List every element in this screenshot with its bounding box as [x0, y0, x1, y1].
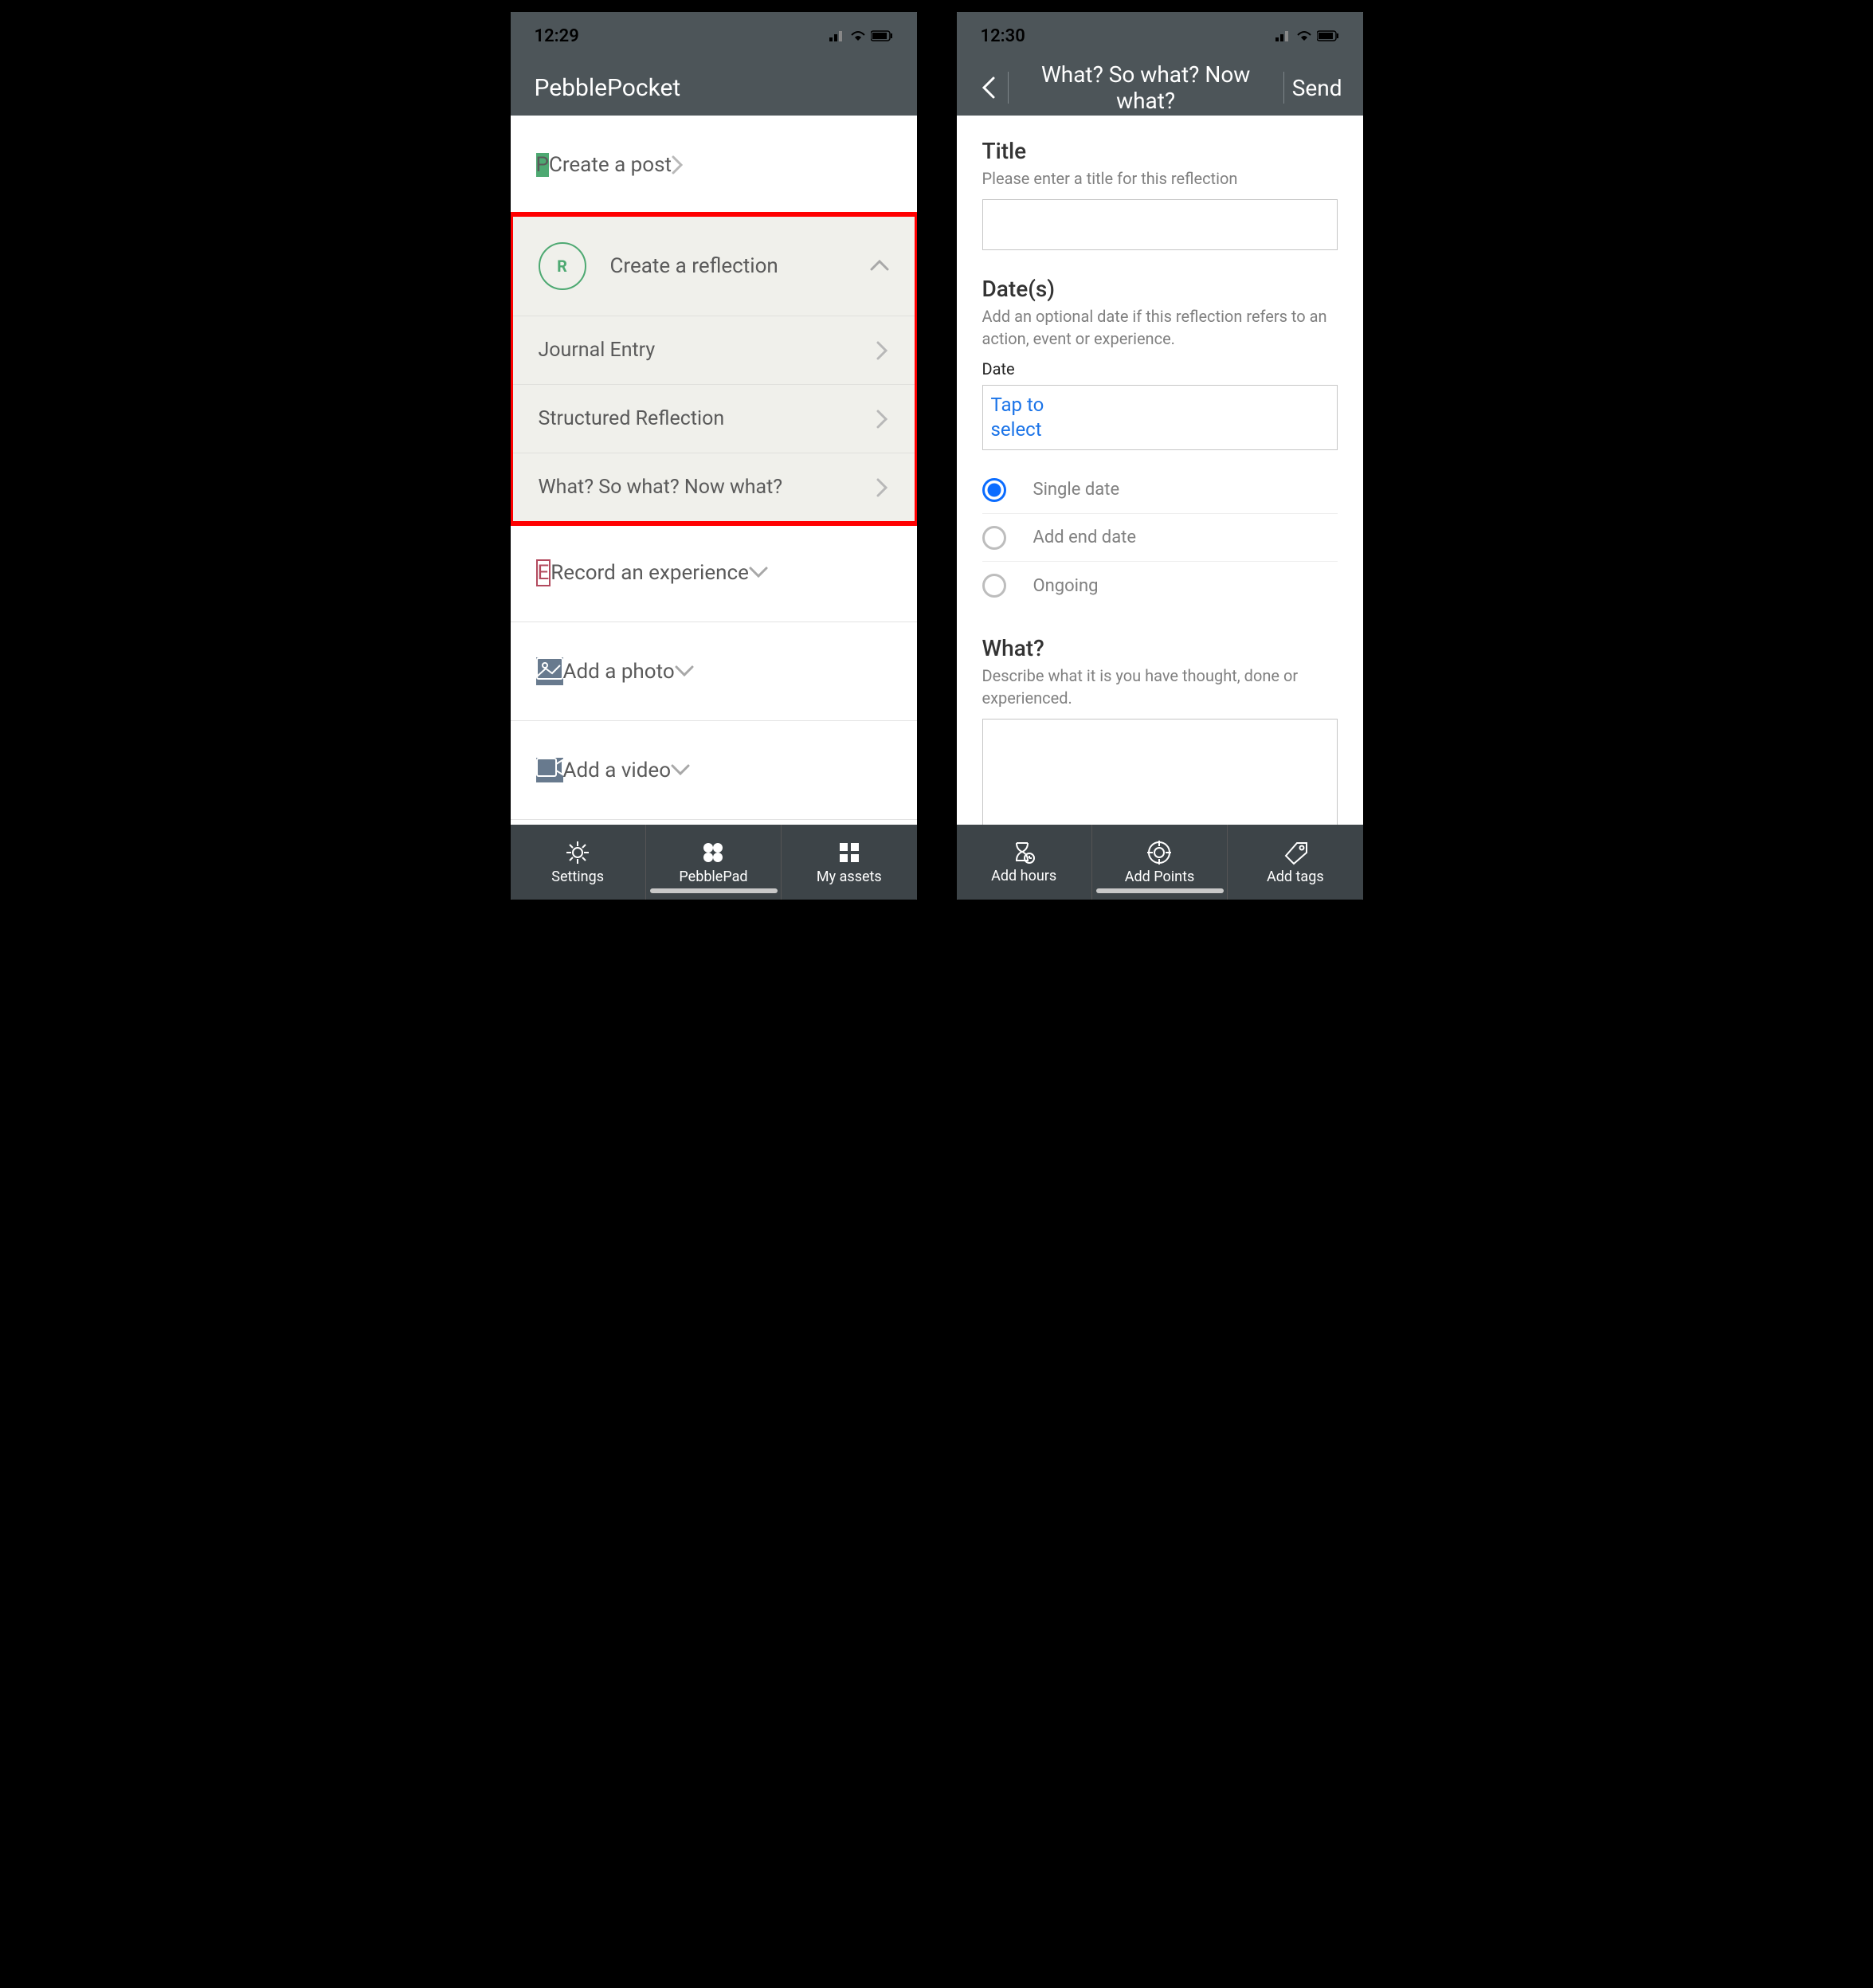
chevron-down-icon: [671, 764, 690, 777]
target-icon: [1146, 840, 1172, 865]
create-reflection-label: Create a reflection: [610, 254, 870, 278]
hourglass-icon: [1012, 841, 1036, 865]
tap-to-select-text: Tap to select: [991, 393, 1063, 442]
create-reflection-row[interactable]: R Create a reflection: [513, 217, 915, 316]
radio-ongoing-label: Ongoing: [1033, 576, 1099, 596]
gear-icon: [565, 840, 590, 865]
phone-right: 12:30 What? So what? Now what? Send Titl…: [953, 8, 1367, 904]
separator: [1283, 72, 1284, 104]
journal-entry-label: Journal Entry: [539, 339, 876, 362]
chevron-down-icon: [749, 567, 768, 579]
radio-end-label: Add end date: [1033, 527, 1137, 547]
content-area: P Create a post R Create a reflection Jo…: [511, 116, 917, 825]
add-video-row[interactable]: Add a video: [511, 721, 917, 820]
dates-heading: Date(s): [982, 276, 1338, 302]
radio-ongoing[interactable]: Ongoing: [982, 562, 1338, 610]
add-photo-label: Add a photo: [563, 660, 675, 684]
radio-icon: [982, 526, 1006, 550]
signal-icon: [1275, 30, 1291, 41]
status-time: 12:29: [535, 26, 579, 46]
status-bar: 12:29: [511, 12, 917, 60]
radio-icon: [982, 478, 1006, 502]
structured-reflection-row[interactable]: Structured Reflection: [513, 384, 915, 453]
chevron-right-icon: [876, 478, 889, 497]
add-photo-row[interactable]: Add a photo: [511, 622, 917, 721]
form-header-title: What? So what? Now what?: [1012, 61, 1280, 114]
journal-entry-row[interactable]: Journal Entry: [513, 316, 915, 384]
date-label: Date: [982, 359, 1338, 378]
clover-icon: [700, 840, 726, 865]
wifi-icon: [850, 30, 866, 41]
radio-icon: [982, 574, 1006, 598]
add-video-label: Add a video: [563, 759, 672, 782]
chevron-up-icon: [870, 260, 889, 273]
tab-settings-label: Settings: [551, 869, 604, 885]
battery-icon: [1317, 30, 1339, 41]
grid-icon: [837, 840, 862, 865]
tab-hours-label: Add hours: [991, 868, 1056, 884]
whatsowhat-row[interactable]: What? So what? Now what?: [513, 453, 915, 521]
title-field: Title Please enter a title for this refl…: [982, 138, 1338, 250]
whatsowhat-label: What? So what? Now what?: [539, 476, 876, 499]
status-bar: 12:30: [957, 12, 1363, 60]
title-heading: Title: [982, 138, 1338, 164]
tab-pebblepad-label: PebblePad: [679, 869, 747, 885]
chevron-left-icon: [982, 76, 996, 99]
tab-points-label: Add Points: [1125, 869, 1195, 885]
post-icon: P: [536, 153, 549, 177]
tab-assets[interactable]: My assets: [782, 825, 916, 900]
video-icon: [536, 758, 563, 782]
form-content: Title Please enter a title for this refl…: [957, 116, 1363, 825]
reflection-highlight-box: R Create a reflection Journal Entry Stru…: [511, 212, 917, 526]
tab-add-hours[interactable]: Add hours: [957, 825, 1092, 900]
wifi-icon: [1296, 30, 1312, 41]
what-hint: Describe what it is you have thought, do…: [982, 665, 1338, 709]
create-post-row[interactable]: P Create a post: [511, 116, 917, 214]
tab-settings[interactable]: Settings: [511, 825, 646, 900]
back-button[interactable]: [973, 76, 1005, 99]
radio-add-end-date[interactable]: Add end date: [982, 514, 1338, 562]
separator: [1008, 72, 1009, 104]
record-experience-row[interactable]: E Record an experience: [511, 523, 917, 622]
title-hint: Please enter a title for this reflection: [982, 167, 1338, 190]
chevron-right-icon: [876, 410, 889, 429]
what-heading: What?: [982, 635, 1338, 661]
battery-icon: [871, 30, 893, 41]
structured-reflection-label: Structured Reflection: [539, 407, 876, 430]
status-time: 12:30: [981, 26, 1025, 46]
tab-tags-label: Add tags: [1267, 869, 1324, 885]
record-experience-label: Record an experience: [551, 561, 749, 585]
app-header: PebblePocket: [511, 60, 917, 116]
dates-hint: Add an optional date if this reflection …: [982, 305, 1338, 350]
home-indicator: [650, 888, 778, 893]
app-title: PebblePocket: [535, 74, 681, 102]
phone-left: 12:29 PebblePocket P Create a post R Cre…: [507, 8, 921, 904]
date-picker[interactable]: Tap to select: [982, 385, 1338, 450]
tab-add-tags[interactable]: Add tags: [1228, 825, 1362, 900]
experience-icon: E: [536, 559, 551, 586]
tag-icon: [1283, 840, 1308, 865]
tab-assets-label: My assets: [817, 869, 882, 885]
photo-icon: [536, 657, 563, 685]
radio-single-date[interactable]: Single date: [982, 466, 1338, 514]
chevron-right-icon: [876, 341, 889, 360]
title-input[interactable]: [982, 199, 1338, 250]
signal-icon: [829, 30, 845, 41]
dates-field: Date(s) Add an optional date if this ref…: [982, 276, 1338, 610]
what-textarea[interactable]: [982, 719, 1338, 825]
create-post-label: Create a post: [549, 153, 672, 177]
send-button[interactable]: Send: [1287, 75, 1347, 101]
reflection-icon: R: [539, 242, 586, 290]
home-indicator: [1096, 888, 1224, 893]
radio-single-label: Single date: [1033, 480, 1120, 500]
chevron-right-icon: [672, 155, 684, 174]
what-field: What? Describe what it is you have thoug…: [982, 635, 1338, 825]
status-indicators: [829, 30, 893, 41]
chevron-down-icon: [675, 665, 694, 678]
form-header: What? So what? Now what? Send: [957, 60, 1363, 116]
status-indicators: [1275, 30, 1339, 41]
